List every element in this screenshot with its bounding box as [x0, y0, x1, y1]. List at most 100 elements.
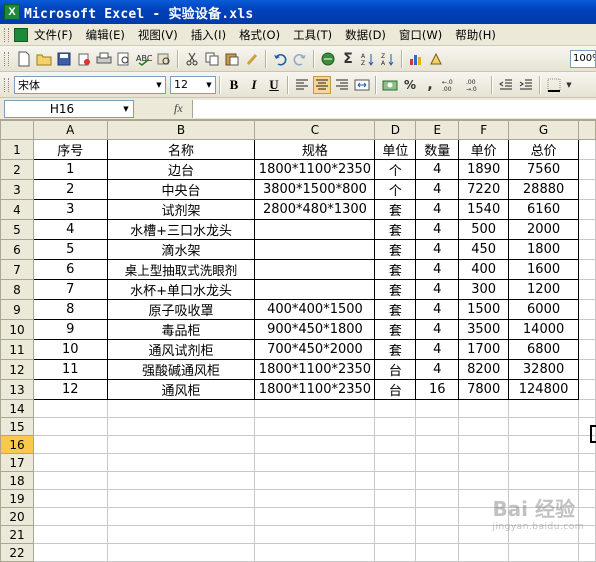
cell[interactable]: 个: [374, 179, 417, 200]
cell[interactable]: [32, 417, 108, 436]
cell[interactable]: [254, 471, 376, 490]
row-header[interactable]: 5: [0, 219, 34, 240]
cell[interactable]: [254, 435, 376, 454]
cell[interactable]: [578, 139, 596, 160]
column-header-a[interactable]: A: [32, 120, 108, 140]
menu-format[interactable]: 格式(O): [239, 27, 280, 43]
menu-file[interactable]: 文件(F): [34, 27, 73, 43]
borders-icon[interactable]: [545, 76, 563, 94]
cell[interactable]: [106, 453, 256, 472]
cell[interactable]: 2800*480*1300: [254, 199, 376, 220]
cell[interactable]: 2: [32, 179, 108, 200]
cell[interactable]: [374, 399, 417, 418]
align-center-icon[interactable]: [313, 75, 331, 94]
cell[interactable]: 6160: [508, 199, 580, 220]
row-header[interactable]: 4: [0, 199, 34, 220]
cell[interactable]: 4: [415, 159, 460, 180]
cell[interactable]: 4: [415, 179, 460, 200]
cell[interactable]: [578, 159, 596, 180]
cell[interactable]: [374, 507, 417, 526]
cell[interactable]: 试剂架: [106, 199, 256, 220]
row-header[interactable]: 12: [0, 359, 34, 380]
cell[interactable]: 4: [415, 219, 460, 240]
cell[interactable]: 套: [374, 199, 417, 220]
cell[interactable]: [106, 525, 256, 544]
cell[interactable]: 124800: [508, 379, 580, 400]
currency-icon[interactable]: [381, 76, 399, 94]
cell[interactable]: 7220: [458, 179, 510, 200]
cell[interactable]: 水槽+三口水龙头: [106, 219, 256, 240]
column-header-h[interactable]: [578, 120, 596, 140]
save-icon[interactable]: [55, 50, 73, 68]
cell[interactable]: [374, 489, 417, 508]
cell[interactable]: [374, 435, 417, 454]
sort-descending-icon[interactable]: ZA: [379, 50, 397, 68]
cell[interactable]: [106, 435, 256, 454]
row-header[interactable]: 10: [0, 319, 34, 340]
cell[interactable]: [106, 399, 256, 418]
cell[interactable]: [578, 319, 596, 340]
cell[interactable]: [508, 471, 580, 490]
header-cell[interactable]: 单位: [374, 139, 417, 160]
italic-button[interactable]: I: [245, 76, 263, 94]
row-header[interactable]: 15: [0, 417, 34, 436]
cell[interactable]: 套: [374, 259, 417, 280]
cell[interactable]: 14000: [508, 319, 580, 340]
header-cell[interactable]: 总价: [508, 139, 580, 160]
cell[interactable]: 通风试剂柜: [106, 339, 256, 360]
toolbar-grip[interactable]: [4, 27, 9, 42]
cell[interactable]: [374, 525, 417, 544]
paste-icon[interactable]: [223, 50, 241, 68]
cell[interactable]: [458, 399, 510, 418]
cell[interactable]: [32, 489, 108, 508]
cell[interactable]: 3800*1500*800: [254, 179, 376, 200]
spelling-icon[interactable]: ABC: [135, 50, 153, 68]
decrease-decimal-icon[interactable]: .00 →.0: [465, 76, 487, 94]
row-header[interactable]: 6: [0, 239, 34, 260]
cell[interactable]: 4: [415, 359, 460, 380]
cell[interactable]: [578, 199, 596, 220]
print-preview-icon[interactable]: [115, 50, 133, 68]
cell[interactable]: 强酸碱通风柜: [106, 359, 256, 380]
new-icon[interactable]: [15, 50, 33, 68]
cell[interactable]: [32, 471, 108, 490]
row-header[interactable]: 9: [0, 299, 34, 320]
cell[interactable]: 原子吸收罩: [106, 299, 256, 320]
cell[interactable]: [106, 471, 256, 490]
row-header[interactable]: 21: [0, 525, 34, 544]
cell[interactable]: [415, 453, 460, 472]
print-icon[interactable]: [95, 50, 113, 68]
menu-edit[interactable]: 编辑(E): [86, 27, 125, 43]
cell[interactable]: 滴水架: [106, 239, 256, 260]
cell[interactable]: 4: [32, 219, 108, 240]
cell[interactable]: 边台: [106, 159, 256, 180]
sort-ascending-icon[interactable]: AZ: [359, 50, 377, 68]
cell[interactable]: 10: [32, 339, 108, 360]
cell[interactable]: [32, 399, 108, 418]
cell[interactable]: [578, 219, 596, 240]
cell[interactable]: [32, 543, 108, 562]
row-header[interactable]: 2: [0, 159, 34, 180]
chevron-down-icon[interactable]: ▼: [565, 76, 573, 94]
drawing-icon[interactable]: [427, 50, 445, 68]
cell[interactable]: [415, 543, 460, 562]
increase-decimal-icon[interactable]: ←.0.00: [441, 76, 463, 94]
cell[interactable]: [578, 399, 596, 418]
cell[interactable]: 8: [32, 299, 108, 320]
cell[interactable]: 300: [458, 279, 510, 300]
cell[interactable]: [374, 417, 417, 436]
header-cell[interactable]: 数量: [415, 139, 460, 160]
row-header[interactable]: 11: [0, 339, 34, 360]
redo-icon[interactable]: [291, 50, 309, 68]
cell[interactable]: 1800*1100*2350: [254, 379, 376, 400]
cell[interactable]: 1540: [458, 199, 510, 220]
align-left-icon[interactable]: [293, 76, 311, 94]
cell[interactable]: [32, 453, 108, 472]
cell[interactable]: 套: [374, 339, 417, 360]
cell[interactable]: 套: [374, 299, 417, 320]
cell[interactable]: [32, 507, 108, 526]
cell[interactable]: [578, 239, 596, 260]
research-icon[interactable]: [155, 50, 173, 68]
cell[interactable]: 4: [415, 319, 460, 340]
cell[interactable]: 7: [32, 279, 108, 300]
